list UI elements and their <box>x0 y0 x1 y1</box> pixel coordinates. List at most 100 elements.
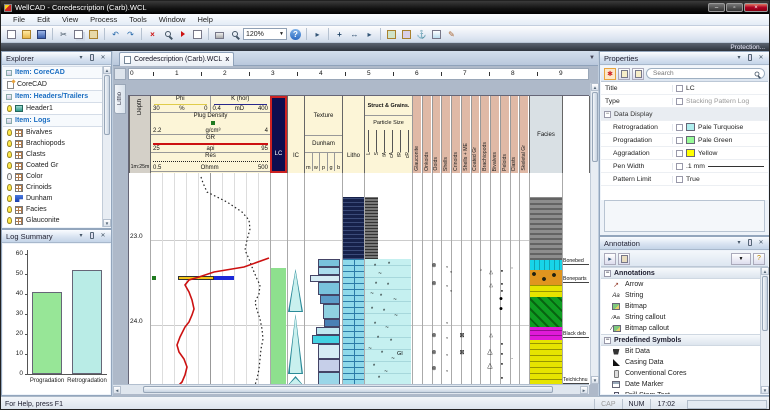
pick-button[interactable]: ▸ <box>363 28 376 41</box>
explorer-item-corecad[interactable]: CoreCAD <box>3 79 102 90</box>
help-button[interactable]: ? <box>289 28 302 41</box>
property-checkbox[interactable] <box>676 150 683 157</box>
property-value[interactable]: True <box>686 176 768 183</box>
litho-shale[interactable] <box>343 197 364 259</box>
properties-search-box[interactable] <box>646 68 765 79</box>
properties-search-input[interactable] <box>651 69 751 78</box>
curve-track-plugdensity[interactable]: Plug Density2.2g/cm³4 <box>151 113 270 135</box>
property-checkbox[interactable] <box>676 137 683 144</box>
struct-laminated[interactable] <box>365 197 378 259</box>
explorer-item-coated-gr[interactable]: Coated Gr <box>3 160 102 171</box>
undo-button[interactable]: ↶ <box>109 28 122 41</box>
protection-label[interactable]: Protection... <box>730 44 765 51</box>
flag-button[interactable] <box>176 28 189 41</box>
pan-button[interactable]: + <box>333 28 346 41</box>
menu-process[interactable]: Process <box>84 15 123 24</box>
explorer-section-item-logs[interactable]: Item: Logs <box>3 114 102 127</box>
explorer-close-icon[interactable]: ✕ <box>99 54 107 63</box>
grain-column-header-brachiopods[interactable]: Brachiopods <box>480 96 489 173</box>
property-value-text[interactable]: Stacking Pattern Log <box>686 98 749 105</box>
fit-width-button[interactable]: ↔ <box>348 28 361 41</box>
annotation-group-annotations[interactable]: −Annotations <box>601 267 760 279</box>
annotation-item-bitmap[interactable]: Bitmap <box>601 301 760 312</box>
log-summary-close-icon[interactable]: ✕ <box>99 232 107 241</box>
grain-column-header-crinoids[interactable]: Crinoids <box>451 96 460 173</box>
annotation-item-bit-data[interactable]: Bit Data <box>601 346 760 357</box>
anchor-button[interactable]: ⚓ <box>415 28 428 41</box>
facies-annotation-label[interactable]: Black deb <box>563 331 589 338</box>
doc-options-button[interactable] <box>385 28 398 41</box>
select-cursor-button[interactable]: ▸ <box>311 28 324 41</box>
document-hscrollbar[interactable]: ◄ ► <box>113 384 589 394</box>
visibility-bulb-icon[interactable] <box>7 173 12 180</box>
facies-segment-yellow[interactable] <box>530 285 562 297</box>
grain-column-header-clasts[interactable]: Clasts <box>510 96 519 173</box>
annotation-group-predefined-symbols[interactable]: −Predefined Symbols <box>601 334 760 346</box>
property-value-text[interactable]: Yellow <box>698 150 717 157</box>
property-value-text[interactable]: Pale Green <box>698 137 732 144</box>
lc-header[interactable]: LC <box>270 96 287 173</box>
grain-column-header-ooids[interactable]: Ooids <box>432 96 441 173</box>
annotation-scrollbar[interactable]: ▲ ▼ <box>760 267 768 394</box>
annotation-item-string-callout[interactable]: ∕AaString callout <box>601 312 760 323</box>
properties-alphabetical-button[interactable] <box>632 68 644 80</box>
tab-close-icon[interactable]: x <box>225 56 229 63</box>
chevron-down-icon[interactable]: ▼ <box>279 31 284 37</box>
annotation-item-casing-data[interactable]: Casing Data <box>601 357 760 368</box>
grain-column-header-glauconite[interactable]: Glauconite <box>412 96 421 173</box>
save-button[interactable] <box>35 28 48 41</box>
copy-button[interactable] <box>72 28 85 41</box>
paste-button[interactable] <box>87 28 100 41</box>
facies-annotation-label[interactable]: Bonebed <box>563 258 589 265</box>
menu-edit[interactable]: Edit <box>31 15 56 24</box>
menu-window[interactable]: Window <box>153 15 192 24</box>
color-swatch[interactable] <box>686 136 695 144</box>
pen-button[interactable]: ✎ <box>445 28 458 41</box>
maximize-button[interactable]: ▫ <box>726 3 743 12</box>
facies-segment-green[interactable] <box>530 297 562 327</box>
collapse-icon[interactable] <box>6 70 12 76</box>
annotation-item-arrow[interactable]: ↗Arrow <box>601 279 760 290</box>
curve-track-phi[interactable]: Phi30%0 <box>151 96 211 112</box>
property-value-text[interactable]: Pale Turquoise <box>698 124 743 131</box>
visibility-bulb-icon[interactable] <box>7 129 12 136</box>
page-setup-button[interactable] <box>191 28 204 41</box>
property-value[interactable]: Pale Turquoise <box>686 123 768 131</box>
zoom-tool-button[interactable] <box>161 28 174 41</box>
menu-file[interactable]: File <box>7 15 31 24</box>
facies-annotation-label[interactable]: Boneparts <box>563 276 589 283</box>
menu-view[interactable]: View <box>56 15 84 24</box>
doc-layout-button[interactable] <box>400 28 413 41</box>
visibility-bulb-icon[interactable] <box>7 162 12 169</box>
grain-column-header-onkoids[interactable]: Onkoids <box>422 96 431 173</box>
visibility-bulb-icon[interactable] <box>7 140 12 147</box>
visibility-bulb-icon[interactable] <box>7 217 12 224</box>
property-value-text[interactable]: .1 mm <box>686 163 705 170</box>
tab-list-dropdown-icon[interactable]: ▼ <box>589 55 595 61</box>
properties-pin-icon[interactable] <box>746 54 754 63</box>
visibility-bulb-icon[interactable] <box>7 151 12 158</box>
property-checkbox[interactable] <box>676 176 683 183</box>
lc-stacking-fill[interactable] <box>271 268 286 385</box>
explorer-item-bivalves[interactable]: Bivalves <box>3 127 102 138</box>
annotation-help-button[interactable]: ? <box>753 253 765 265</box>
annotation-item-bitmap-callout[interactable]: ∕Bitmap callout <box>601 323 760 334</box>
property-value[interactable]: LC <box>686 85 768 92</box>
explorer-item-brachiopods[interactable]: Brachiopods <box>3 138 102 149</box>
collapse-icon[interactable]: − <box>604 270 611 277</box>
curve-track-gr[interactable]: GR25api95 <box>151 135 270 153</box>
properties-filter-button[interactable]: ✱ <box>604 68 616 80</box>
facies-segment-gray[interactable] <box>530 197 562 260</box>
color-swatch[interactable] <box>686 123 695 131</box>
log-body[interactable]: 23.024.0**~**~*~**~*~**~*~*~*BonebedBone… <box>129 173 590 385</box>
annotation-close-icon[interactable]: ✕ <box>757 239 765 248</box>
tex-header[interactable]: TextureDunhammwpgb <box>304 96 342 173</box>
print-preview-button[interactable] <box>228 28 241 41</box>
property-value[interactable]: Pale Green <box>686 136 768 144</box>
property-checkbox[interactable] <box>676 85 683 92</box>
facies-segment-orange[interactable] <box>530 270 562 285</box>
document-vscrollbar[interactable]: ▲ ▼ <box>590 83 598 384</box>
collapse-icon[interactable] <box>6 94 12 100</box>
annotation-item-date-marker[interactable]: Date Marker <box>601 379 760 390</box>
property-row-data-display[interactable]: −Data Display <box>601 108 768 121</box>
